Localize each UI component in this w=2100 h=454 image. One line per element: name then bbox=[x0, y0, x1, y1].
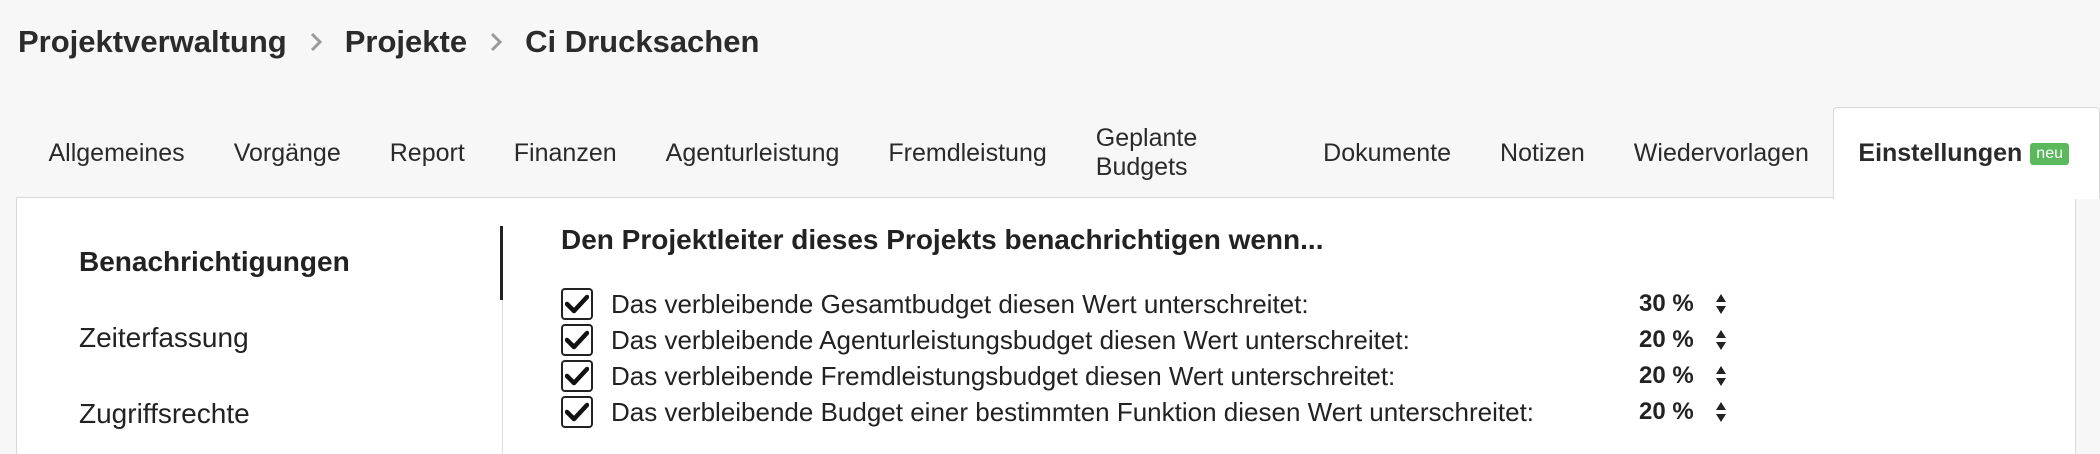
threshold-control: 20 % bbox=[1639, 359, 1727, 393]
stepper-icon[interactable] bbox=[1715, 400, 1727, 424]
breadcrumb-item-projekte[interactable]: Projekte bbox=[345, 24, 467, 60]
section-heading: Den Projektleiter dieses Projekts benach… bbox=[561, 224, 1324, 255]
new-badge: neu bbox=[2030, 142, 2069, 165]
tab-einstellungen[interactable]: Einstellungen neu bbox=[1833, 107, 2100, 199]
notification-row: Das verbleibende Budget einer bestimmten… bbox=[561, 395, 1761, 429]
tab-allgemeines[interactable]: Allgemeines bbox=[24, 108, 209, 198]
checkbox-funktionsbudget[interactable] bbox=[561, 396, 593, 428]
notification-row: Das verbleibende Agenturleistungsbudget … bbox=[561, 323, 1761, 357]
threshold-control: 20 % bbox=[1639, 323, 1727, 357]
stepper-icon[interactable] bbox=[1715, 364, 1727, 388]
breadcrumb-item-projektverwaltung[interactable]: Projektverwaltung bbox=[18, 24, 287, 60]
notification-row: Das verbleibende Gesamtbudget diesen Wer… bbox=[561, 287, 1761, 321]
threshold-value[interactable]: 30 % bbox=[1639, 290, 1701, 318]
tab-finanzen[interactable]: Finanzen bbox=[489, 108, 641, 198]
tab-wiedervorlagen[interactable]: Wiedervorlagen bbox=[1609, 108, 1833, 198]
sidenav-item-benachrichtigungen[interactable]: Benachrichtigungen bbox=[79, 246, 350, 278]
tab-vorgaenge[interactable]: Vorgänge bbox=[209, 108, 365, 198]
row-label: Das verbleibende Fremdleistungsbudget di… bbox=[611, 360, 1396, 391]
threshold-value[interactable]: 20 % bbox=[1639, 398, 1701, 426]
tab-dokumente[interactable]: Dokumente bbox=[1299, 108, 1476, 198]
checkmark-icon bbox=[565, 330, 589, 350]
tab-agenturleistung[interactable]: Agenturleistung bbox=[641, 108, 864, 198]
tab-fremdleistung[interactable]: Fremdleistung bbox=[864, 108, 1071, 198]
row-label: Das verbleibende Agenturleistungsbudget … bbox=[611, 324, 1410, 355]
checkmark-icon bbox=[565, 366, 589, 386]
settings-sidenav: Benachrichtigungen Zeiterfassung Zugriff… bbox=[17, 198, 503, 454]
stepper-icon[interactable] bbox=[1715, 292, 1727, 316]
tab-notizen[interactable]: Notizen bbox=[1476, 108, 1610, 198]
chevron-right-icon bbox=[489, 31, 503, 53]
breadcrumb: Projektverwaltung Projekte Ci Drucksache… bbox=[18, 20, 759, 64]
notification-row: Das verbleibende Fremdleistungsbudget di… bbox=[561, 359, 1761, 393]
checkmark-icon bbox=[565, 294, 589, 314]
active-indicator bbox=[500, 226, 503, 300]
threshold-value[interactable]: 20 % bbox=[1639, 326, 1701, 354]
sidenav-item-zugriffsrechte[interactable]: Zugriffsrechte bbox=[79, 398, 250, 430]
threshold-control: 20 % bbox=[1639, 395, 1727, 429]
sidenav-divider bbox=[502, 300, 503, 454]
row-label: Das verbleibende Gesamtbudget diesen Wer… bbox=[611, 288, 1309, 319]
tab-einstellungen-label: Einstellungen bbox=[1858, 139, 2023, 167]
chevron-right-icon bbox=[309, 31, 323, 53]
row-label: Das verbleibende Budget einer bestimmten… bbox=[611, 396, 1535, 427]
stepper-icon[interactable] bbox=[1715, 328, 1727, 352]
checkmark-icon bbox=[565, 402, 589, 422]
checkbox-fremdleistungsbudget[interactable] bbox=[561, 360, 593, 392]
sidenav-item-zeiterfassung[interactable]: Zeiterfassung bbox=[79, 322, 249, 354]
threshold-value[interactable]: 20 % bbox=[1639, 362, 1701, 390]
tab-report[interactable]: Report bbox=[365, 108, 489, 198]
tab-bar: Allgemeines Vorgänge Report Finanzen Age… bbox=[24, 107, 2100, 199]
tab-geplante-budgets[interactable]: Geplante Budgets bbox=[1071, 108, 1298, 198]
notifications-section: Den Projektleiter dieses Projekts benach… bbox=[561, 198, 1961, 454]
checkbox-gesamtbudget[interactable] bbox=[561, 288, 593, 320]
breadcrumb-item-current: Ci Drucksachen bbox=[525, 24, 760, 59]
checkbox-agenturleistungsbudget[interactable] bbox=[561, 324, 593, 356]
threshold-control: 30 % bbox=[1639, 287, 1727, 321]
settings-panel: Benachrichtigungen Zeiterfassung Zugriff… bbox=[16, 197, 2076, 454]
